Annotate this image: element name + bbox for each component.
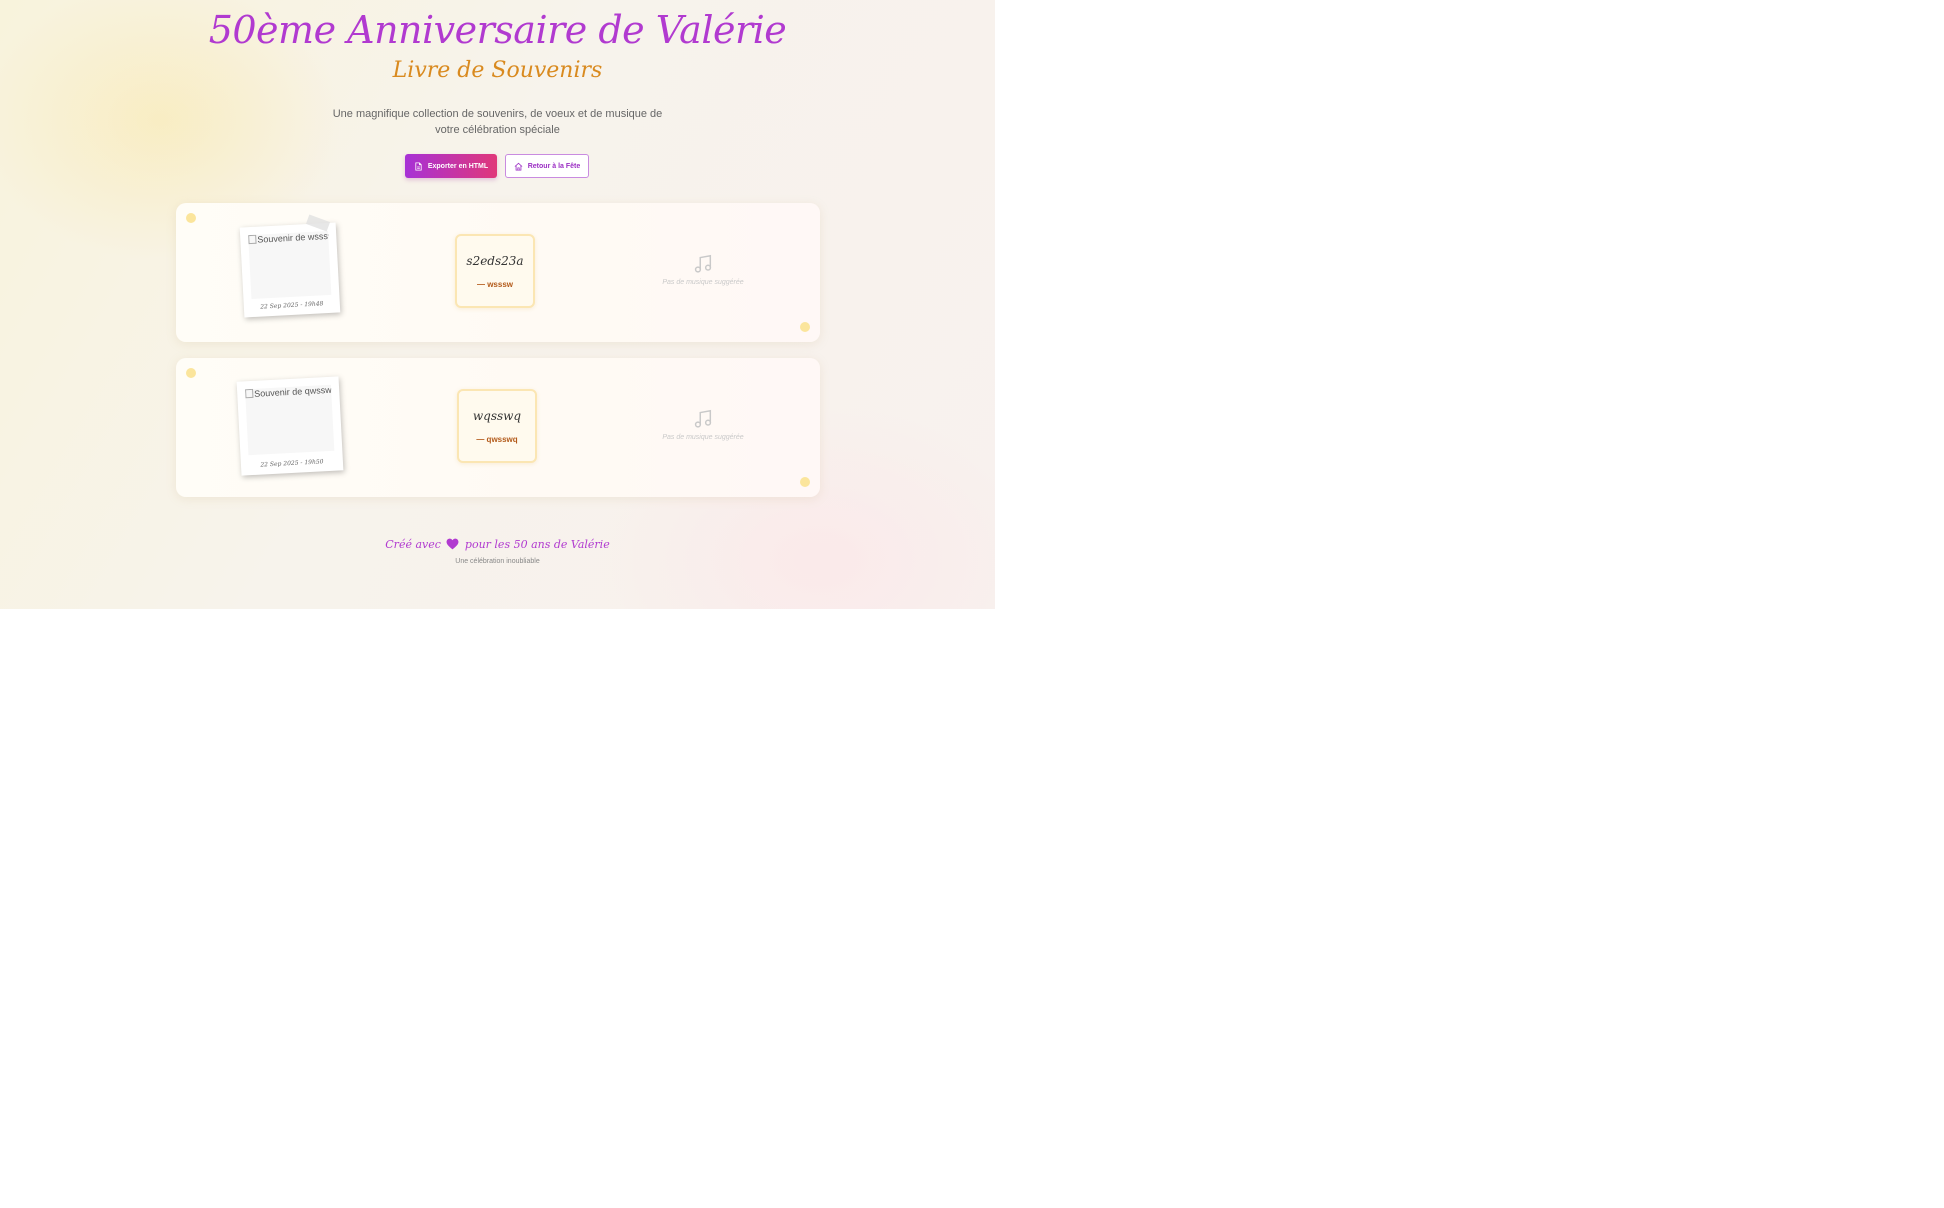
- decorative-dot: [800, 322, 810, 332]
- music-suggestion: Pas de musique suggérée: [643, 253, 763, 286]
- back-to-party-button[interactable]: Retour à la Fête: [505, 154, 589, 178]
- music-label: Pas de musique suggérée: [662, 279, 744, 286]
- heart-icon: [446, 538, 459, 550]
- wish-note: wqsswq — qwsswq: [457, 389, 537, 463]
- export-html-label: Exporter en HTML: [427, 162, 489, 170]
- wish-message: wqsswq: [472, 409, 522, 423]
- page-description: Une magnifique collection de souvenirs, …: [332, 108, 663, 136]
- photo-polaroid[interactable]: Souvenir de wsssw 22 Sep 2025 - 19h48: [239, 222, 341, 318]
- photo-caption: 22 Sep 2025 - 19h50: [260, 458, 324, 469]
- decorative-dot: [800, 477, 810, 487]
- memory-photo: Souvenir de wsssw: [248, 230, 332, 300]
- back-to-party-label: Retour à la Fête: [527, 162, 581, 170]
- broken-image-icon: [248, 234, 257, 245]
- photo-alt-text: Souvenir de qwsswq: [254, 384, 335, 399]
- document-icon: [415, 161, 422, 171]
- wish-author: — wsssw: [476, 280, 513, 289]
- decorative-dot: [186, 213, 196, 223]
- footer-created-prefix: Créé avec: [385, 538, 441, 551]
- memory-card: Souvenir de wsssw 22 Sep 2025 - 19h48 s2…: [176, 203, 820, 342]
- music-suggestion: Pas de musique suggérée: [643, 408, 763, 441]
- footer-credit: Créé avec pour les 50 ans de Valérie: [0, 538, 995, 551]
- music-label: Pas de musique suggérée: [662, 434, 744, 441]
- footer-created-suffix: pour les 50 ans de Valérie: [464, 538, 610, 551]
- page-title: 50ème Anniversaire de Valérie: [208, 8, 787, 52]
- photo-caption: 22 Sep 2025 - 19h48: [260, 300, 324, 311]
- memory-card: Souvenir de qwsswq 22 Sep 2025 - 19h50 w…: [176, 358, 820, 497]
- music-note-icon: [694, 254, 712, 273]
- music-note-icon: [694, 409, 712, 428]
- photo-alt-text: Souvenir de wsssw: [257, 230, 332, 245]
- wish-author: — qwsswq: [476, 435, 518, 444]
- broken-image-icon: [245, 388, 254, 399]
- memory-photo: Souvenir de qwsswq: [245, 384, 335, 456]
- page-subtitle: Livre de Souvenirs: [392, 58, 603, 83]
- decorative-dot: [186, 368, 196, 378]
- export-html-button[interactable]: Exporter en HTML: [405, 154, 497, 178]
- wish-note: s2eds23a — wsssw: [455, 234, 535, 308]
- footer-tagline: Une célébration inoubliable: [455, 558, 540, 565]
- memory-book-page: 50ème Anniversaire de Valérie Livre de S…: [0, 0, 995, 609]
- home-icon: [514, 162, 523, 171]
- wish-message: s2eds23a: [466, 254, 524, 268]
- photo-polaroid[interactable]: Souvenir de qwsswq 22 Sep 2025 - 19h50: [236, 376, 344, 476]
